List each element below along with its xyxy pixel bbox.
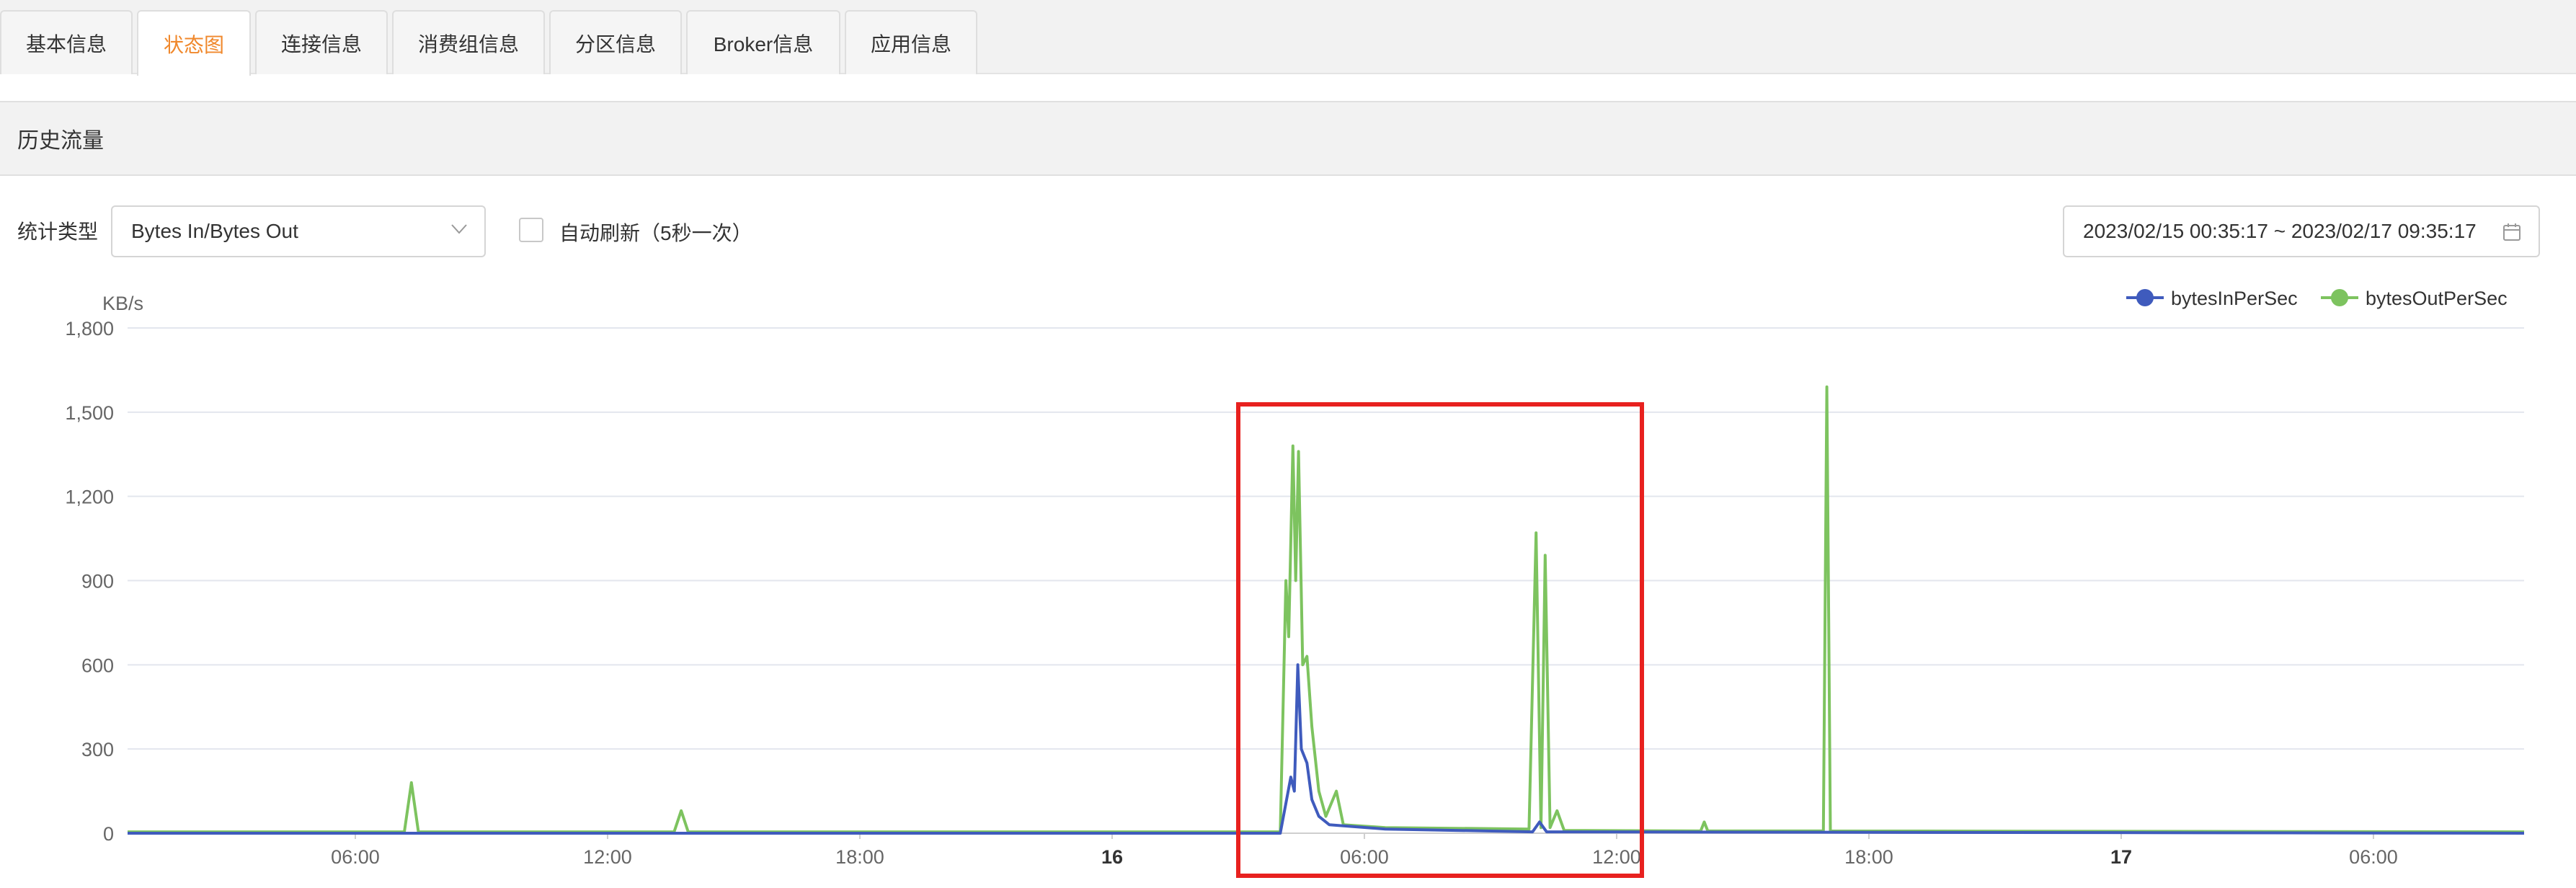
- legend-label: bytesInPerSec: [2171, 288, 2298, 309]
- auto-refresh-label[interactable]: 自动刷新（5秒一次）: [559, 218, 752, 247]
- tab-status-chart[interactable]: 状态图: [137, 10, 251, 76]
- y-tick-label: 300: [81, 739, 114, 760]
- y-tick-label: 900: [81, 571, 114, 592]
- legend-item-bytesInPerSec[interactable]: bytesInPerSec: [2126, 288, 2298, 309]
- x-tick-label: 12:00: [583, 846, 632, 868]
- y-tick-label: 1,500: [65, 402, 114, 424]
- chevron-down-icon: [451, 224, 467, 234]
- legend-label: bytesOutPerSec: [2366, 288, 2508, 309]
- tab-connection-info[interactable]: 连接信息: [255, 10, 388, 74]
- x-tick-label: 16: [1101, 846, 1123, 868]
- highlight-box: [1236, 402, 1644, 878]
- tab-consumer-group-info[interactable]: 消费组信息: [392, 10, 545, 74]
- section-title: 历史流量: [17, 129, 104, 153]
- stat-type-value: Bytes In/Bytes Out: [131, 220, 298, 242]
- y-tick-label: 0: [103, 823, 114, 845]
- y-tick-label: 1,800: [65, 318, 114, 339]
- legend-item-bytesOutPerSec[interactable]: bytesOutPerSec: [2321, 288, 2508, 309]
- stat-type-select[interactable]: Bytes In/Bytes Out: [111, 205, 486, 257]
- section-header: 历史流量: [0, 101, 2576, 176]
- tab-partition-info[interactable]: 分区信息: [549, 10, 682, 74]
- tab-broker-info[interactable]: Broker信息: [686, 10, 840, 74]
- x-tick-label: 18:00: [1844, 846, 1893, 868]
- x-tick-label: 17: [2110, 846, 2132, 868]
- date-range-picker[interactable]: 2023/02/15 00:35:17 ~ 2023/02/17 09:35:1…: [2063, 205, 2540, 257]
- legend-marker: [2331, 289, 2348, 306]
- x-tick-label: 06:00: [2349, 846, 2398, 868]
- date-range-value: 2023/02/15 00:35:17 ~ 2023/02/17 09:35:1…: [2083, 220, 2477, 242]
- tab-application-info[interactable]: 应用信息: [845, 10, 977, 74]
- auto-refresh-checkbox[interactable]: [519, 218, 543, 242]
- x-tick-label: 06:00: [331, 846, 380, 868]
- y-tick-label: 1,200: [65, 487, 114, 508]
- y-tick-label: 600: [81, 654, 114, 676]
- y-axis-label: KB/s: [102, 293, 143, 314]
- stat-type-label: 统计类型: [17, 221, 99, 243]
- tab-bar: 基本信息 状态图 连接信息 消费组信息 分区信息 Broker信息 应用信息: [0, 0, 2576, 76]
- x-tick-label: 18:00: [835, 846, 884, 868]
- chart-legend: bytesInPerSec bytesOutPerSec: [2126, 288, 2508, 309]
- calendar-icon: [2503, 223, 2521, 241]
- legend-marker: [2136, 289, 2154, 306]
- tab-basic-info[interactable]: 基本信息: [0, 10, 133, 74]
